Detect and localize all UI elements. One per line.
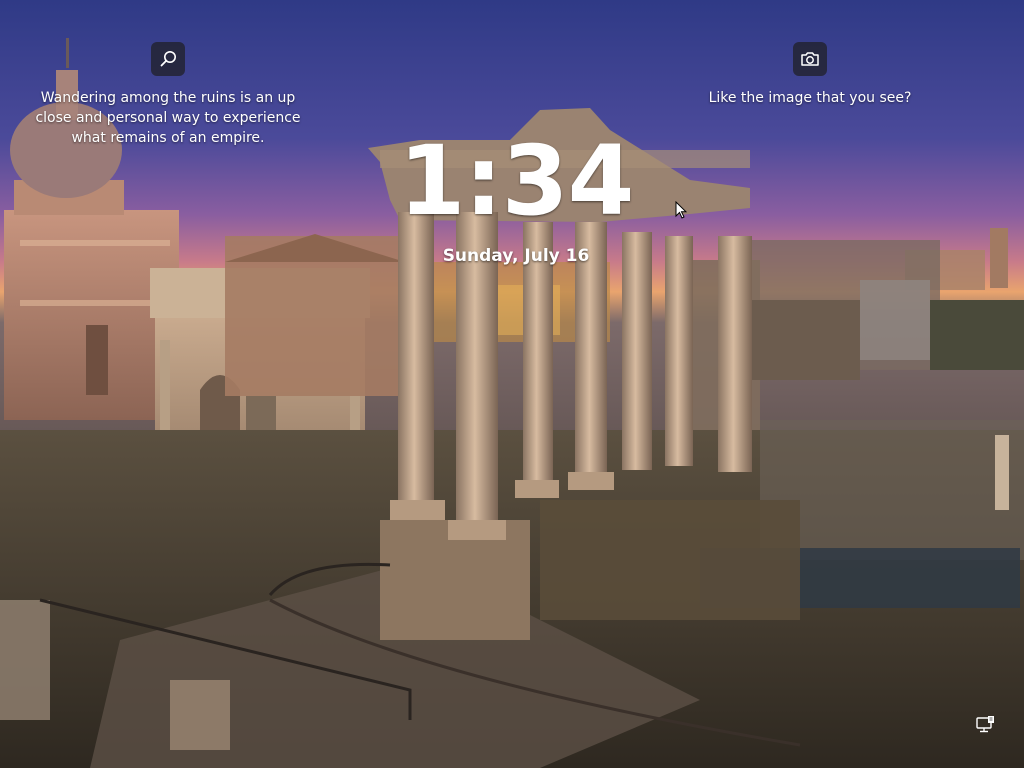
spotlight-info-line-3: what remains of an empire. (71, 130, 265, 146)
camera-icon[interactable] (793, 42, 827, 76)
camera-icon-glyph (801, 52, 819, 66)
spotlight-info-line-1: Wandering among the ruins is an up (40, 90, 296, 106)
spotlight-info-text[interactable]: Wandering among the ruins is an up close… (28, 88, 308, 148)
spotlight-like-text[interactable]: Like the image that you see? (690, 88, 930, 108)
network-icon[interactable] (974, 714, 996, 736)
network-icon-glyph (976, 716, 994, 733)
lock-clock: 1:34 (398, 125, 635, 237)
spotlight-info-line-2: close and personal way to experience (35, 110, 301, 126)
lock-date: Sunday, July 16 (442, 246, 590, 266)
search-icon[interactable] (151, 42, 185, 76)
search-icon-glyph (160, 51, 176, 67)
lock-screen: Wandering among the ruins is an up close… (0, 0, 1024, 768)
